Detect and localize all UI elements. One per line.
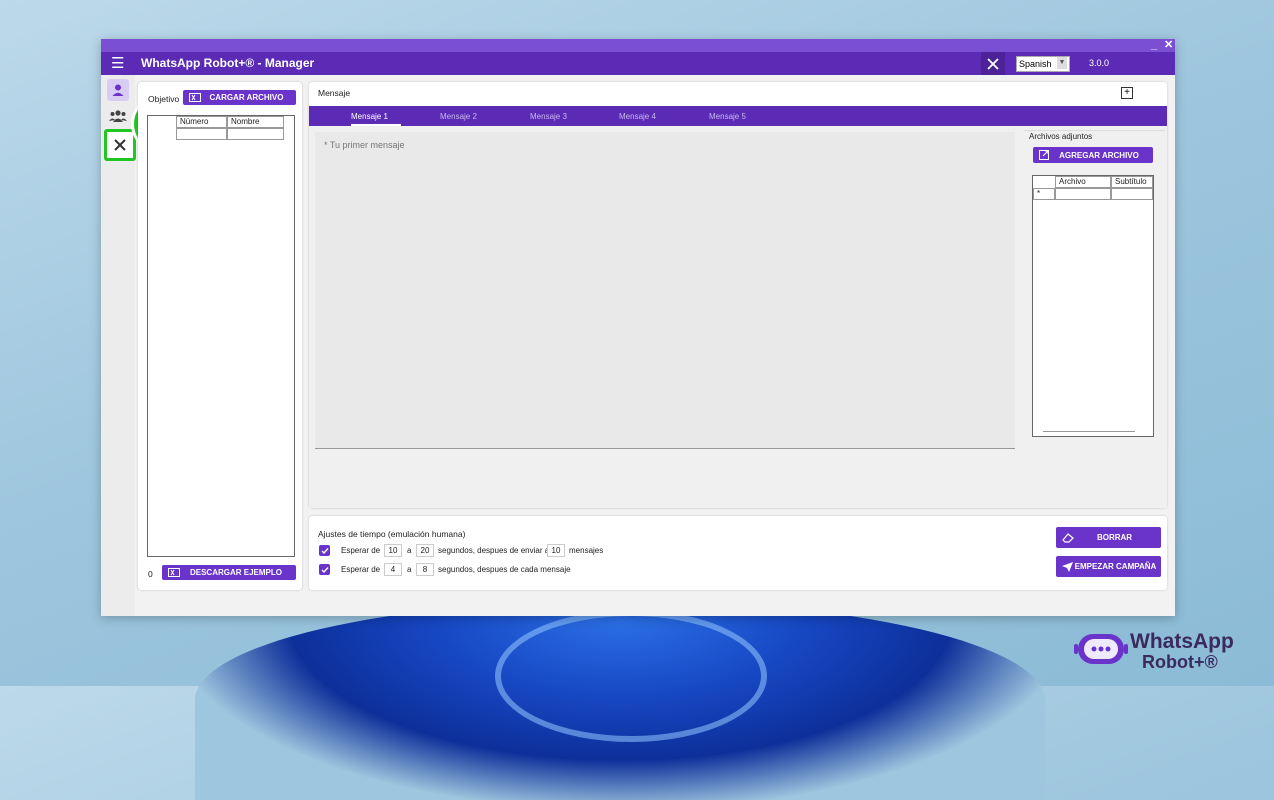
- send-icon: [1062, 556, 1073, 577]
- grid-cell[interactable]: [227, 128, 284, 140]
- message-textarea[interactable]: * Tu primer mensaje: [315, 132, 1015, 449]
- brand-line-1: WhatsApp: [1130, 630, 1234, 653]
- column-header-file: Archivo: [1055, 176, 1111, 188]
- menu-icon[interactable]: ☰: [111, 56, 124, 71]
- window-top-strip: _ ✕: [101, 39, 1175, 52]
- wait-batch-max-input[interactable]: 20: [416, 544, 434, 557]
- check-icon: [321, 566, 329, 573]
- wait-each-text: segundos, despues de cada mensaje: [438, 565, 571, 574]
- download-example-button[interactable]: DESCARGAR EJEMPLO: [162, 565, 296, 580]
- check-icon: [321, 547, 329, 554]
- user-icon: [112, 84, 124, 96]
- clear-button[interactable]: BORRAR: [1056, 527, 1161, 548]
- brand-line-2: Robot+®: [1142, 652, 1218, 672]
- tab-message-3[interactable]: Mensaje 3: [530, 112, 567, 121]
- download-example-label: DESCARGAR EJEMPLO: [189, 568, 282, 577]
- contacts-panel: Objetivo CARGAR ARCHIVO Número Nombre 0 …: [138, 82, 302, 590]
- settings-tools-button[interactable]: [981, 52, 1005, 75]
- version-label: 3.0.0: [1089, 58, 1110, 68]
- message-tabs: Mensaje 1 Mensaje 2 Mensaje 3 Mensaje 4 …: [309, 106, 1167, 126]
- horizontal-scrollbar[interactable]: [1043, 431, 1135, 432]
- grid-cell[interactable]: [176, 128, 227, 140]
- tools-icon: [987, 57, 999, 70]
- message-section-label: Mensaje: [318, 88, 351, 98]
- attachments-grid[interactable]: Archivo Subtítulo *: [1032, 175, 1154, 437]
- wait-each-max-input[interactable]: 8: [416, 563, 434, 576]
- attachments-group: Archivos adjuntos AGREGAR ARCHIVO Archiv…: [1024, 130, 1165, 449]
- wait-each-mid: a: [407, 565, 412, 574]
- clear-label: BORRAR: [1096, 533, 1133, 542]
- excel-icon: [168, 565, 180, 580]
- eraser-icon: [1062, 527, 1074, 548]
- timing-title: Ajustes de tiempo (emulación humana): [318, 529, 466, 539]
- attachments-label: Archivos adjuntos: [1029, 132, 1093, 141]
- brand-wordmark: WhatsApp Robot+®: [1130, 630, 1234, 672]
- grid-cell[interactable]: [1055, 188, 1111, 200]
- single-user-button[interactable]: [107, 79, 129, 101]
- wait-batch-checkbox[interactable]: [319, 545, 330, 556]
- grid-cell[interactable]: [1111, 188, 1153, 200]
- column-header-name: Nombre: [227, 116, 284, 128]
- batch-size-input[interactable]: 10: [547, 544, 565, 557]
- wait-batch-mid: a: [407, 546, 412, 555]
- wallpaper-bloom: [195, 600, 1045, 800]
- close-button[interactable]: ✕: [1164, 39, 1173, 52]
- tab-message-1[interactable]: Mensaje 1: [351, 112, 388, 121]
- wait-batch-min-input[interactable]: 10: [384, 544, 402, 557]
- app-title: WhatsApp Robot+® - Manager: [141, 56, 315, 70]
- column-header-number: Número: [176, 116, 227, 128]
- add-message-icon[interactable]: +: [1121, 87, 1133, 99]
- load-file-label: CARGAR ARCHIVO: [209, 93, 284, 102]
- robot-logo-icon: [1072, 628, 1130, 677]
- tab-message-5[interactable]: Mensaje 5: [709, 112, 746, 121]
- message-placeholder: * Tu primer mensaje: [324, 140, 405, 150]
- new-row-marker: *: [1033, 188, 1055, 200]
- tab-message-2[interactable]: Mensaje 2: [440, 112, 477, 121]
- start-campaign-label: EMPEZAR CAMPAÑA: [1074, 562, 1157, 571]
- wait-each-checkbox[interactable]: [319, 564, 330, 575]
- wait-batch-prefix: Esperar de: [341, 546, 381, 555]
- tools-icon: [114, 139, 126, 151]
- timing-panel: Ajustes de tiempo (emulación humana) Esp…: [309, 516, 1167, 590]
- objective-label: Objetivo: [148, 94, 180, 104]
- wait-each-min-input[interactable]: 4: [384, 563, 402, 576]
- contact-count: 0: [148, 569, 153, 579]
- start-campaign-button[interactable]: EMPEZAR CAMPAÑA: [1056, 556, 1161, 577]
- chevron-down-icon[interactable]: ▼: [1057, 57, 1067, 69]
- open-external-icon: [1039, 147, 1049, 163]
- side-rail: [101, 75, 136, 616]
- wait-batch-suffix: mensajes: [569, 546, 604, 555]
- app-window: _ ✕ ☰ WhatsApp Robot+® - Manager Spanish…: [101, 39, 1175, 616]
- tools-nav-button[interactable]: [104, 129, 136, 161]
- wait-batch-text: segundos, despues de enviar a: [438, 546, 550, 555]
- group-icon: [109, 110, 127, 122]
- tab-message-4[interactable]: Mensaje 4: [619, 112, 656, 121]
- message-panel: Mensaje + Mensaje 1 Mensaje 2 Mensaje 3 …: [309, 82, 1167, 508]
- message-body: * Tu primer mensaje Archivos adjuntos AG…: [309, 126, 1167, 508]
- wait-each-prefix: Esperar de: [341, 565, 381, 574]
- contacts-grid[interactable]: Número Nombre: [147, 115, 295, 557]
- add-attachment-button[interactable]: AGREGAR ARCHIVO: [1033, 147, 1153, 163]
- load-file-button[interactable]: CARGAR ARCHIVO: [183, 90, 296, 105]
- group-button[interactable]: [107, 105, 129, 127]
- title-bar: ☰ WhatsApp Robot+® - Manager Spanish ▼ 3…: [101, 52, 1175, 75]
- add-attachment-label: AGREGAR ARCHIVO: [1059, 150, 1139, 160]
- column-header-caption: Subtítulo: [1111, 176, 1153, 188]
- minimize-button[interactable]: _: [1151, 39, 1157, 52]
- excel-icon: [189, 90, 201, 105]
